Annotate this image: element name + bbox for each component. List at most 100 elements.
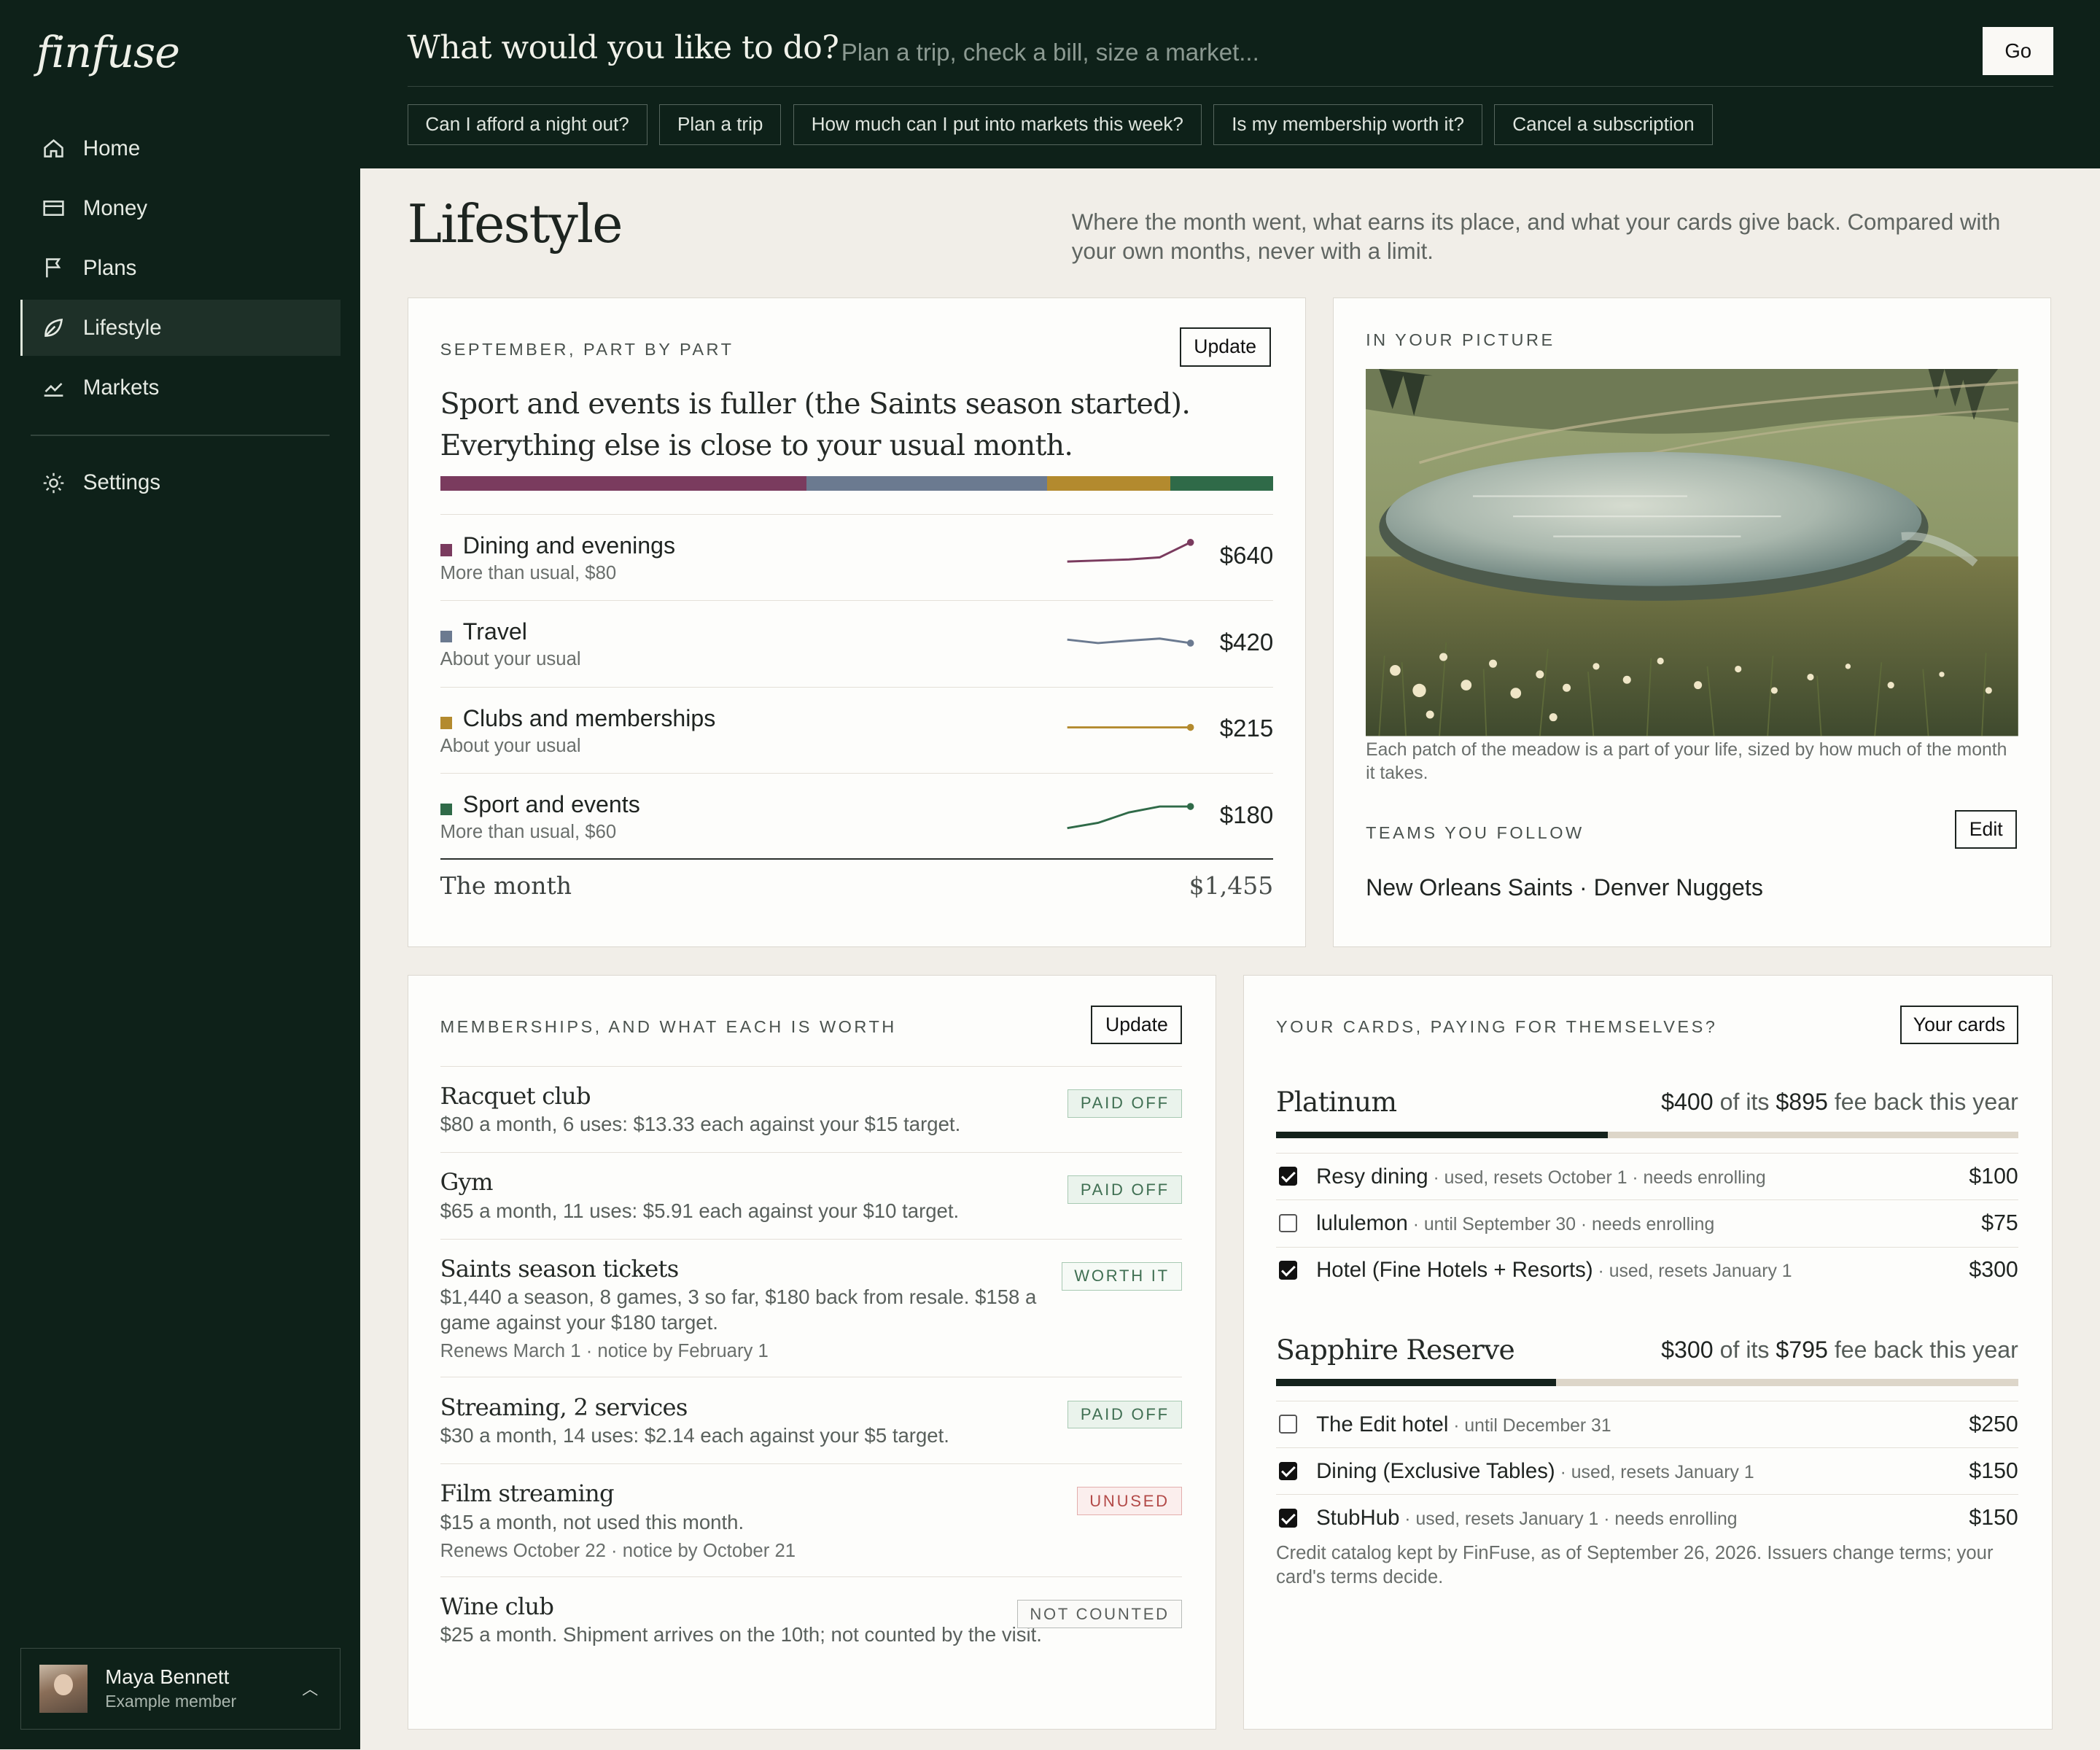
category-sparkline: [1067, 637, 1194, 647]
update-memberships-button[interactable]: Update: [1091, 1005, 1183, 1045]
membership-renewal-note: Renews October 22 · notice by October 21: [440, 1540, 796, 1561]
sidebar-item-money[interactable]: Money: [20, 180, 341, 236]
category-note: More than usual, $60: [440, 822, 617, 843]
membership-row[interactable]: Gym $65 a month, 11 uses: $5.91 each agai…: [440, 1152, 1183, 1239]
sparkline-end-dot: [1186, 724, 1194, 731]
card-back-text: of its: [1713, 1088, 1776, 1115]
card-benefit-row[interactable]: lululemon · until September 30 · needs e…: [1275, 1199, 2018, 1247]
sidebar: finfuse Home Money Plans Lifestyle Marke…: [0, 0, 361, 1750]
sparkline-path: [1067, 541, 1191, 563]
ask-bar: What would you like to do? Go Can I affo…: [360, 0, 2100, 169]
sidebar-item-label: Plans: [82, 255, 137, 280]
stacked-bar-segment: [440, 476, 807, 491]
benefit-meta: · used, resets January 1: [1592, 1261, 1792, 1282]
page-subtitle: Where the month went, what earns its pla…: [1071, 209, 2001, 265]
user-name: Maya Bennett: [105, 1665, 230, 1689]
membership-row[interactable]: Streaming, 2 services $30 a month, 14 use…: [440, 1377, 1183, 1463]
sparkline-end-dot: [1186, 639, 1194, 647]
membership-row[interactable]: Racquet club $80 a month, 6 uses: $13.33 …: [440, 1065, 1183, 1153]
go-button[interactable]: Go: [1983, 26, 2054, 75]
benefit-checkbox[interactable]: [1278, 1415, 1298, 1434]
ask-divider: [407, 85, 2054, 88]
benefit-checkbox[interactable]: [1278, 1213, 1298, 1233]
benefit-meta: · until September 30 · needs enrolling: [1407, 1214, 1715, 1234]
benefit-label: Resy dining · used, resets October 1 · n…: [1316, 1164, 1766, 1189]
edit-teams-button[interactable]: Edit: [1955, 809, 2017, 849]
update-spending-button[interactable]: Update: [1179, 327, 1271, 367]
benefit-amount: $250: [1969, 1412, 2018, 1436]
sidebar-item-label: Settings: [82, 470, 161, 495]
category-name: Travel: [462, 618, 527, 645]
benefit-checkbox[interactable]: [1278, 1508, 1298, 1528]
benefit-checkbox[interactable]: [1278, 1167, 1298, 1186]
card-benefit-row[interactable]: Resy dining · used, resets October 1 · n…: [1275, 1152, 2018, 1200]
card-benefit-row[interactable]: StubHub · used, resets January 1 · needs…: [1275, 1494, 2018, 1541]
sidebar-item-plans[interactable]: Plans: [20, 240, 341, 296]
sidebar-item-label: Home: [82, 136, 141, 160]
card-value-progress-fill: [1275, 1131, 1608, 1138]
spending-category-row[interactable]: Clubs and memberships About your usual $21…: [440, 686, 1274, 774]
sidebar-item-home[interactable]: Home: [20, 120, 341, 176]
user-subtitle: Example member: [105, 1692, 237, 1711]
app-logo[interactable]: finfuse: [36, 27, 180, 77]
card-back-amount: $300: [1661, 1336, 1714, 1363]
benefit-name: The Edit hotel: [1316, 1412, 1449, 1436]
spending-rows: Dining and evenings More than usual, $80 $…: [440, 513, 1274, 860]
user-menu[interactable]: Maya Bennett Example member ︿: [20, 1647, 341, 1730]
memberships-list: Racquet club $80 a month, 6 uses: $13.33 …: [440, 1065, 1183, 1663]
category-sparkline: [1067, 539, 1194, 563]
sidebar-item-settings[interactable]: Settings: [20, 454, 341, 510]
benefit-checkbox[interactable]: [1278, 1260, 1298, 1280]
suggestion-chip[interactable]: Can I afford a night out?: [407, 104, 648, 145]
benefit-label: Hotel (Fine Hotels + Resorts) · used, re…: [1316, 1258, 1792, 1283]
category-amount: $420: [1219, 629, 1274, 656]
benefit-label: lululemon · until September 30 · needs e…: [1316, 1211, 1714, 1236]
status-badge: NOT COUNTED: [1016, 1600, 1183, 1628]
benefit-amount: $150: [1969, 1458, 2018, 1483]
membership-detail: $1,440 a season, 8 games, 3 so far, $180…: [440, 1286, 1037, 1334]
suggestion-chip[interactable]: Plan a trip: [659, 104, 782, 145]
card-back-text: fee back this year: [1827, 1336, 2018, 1363]
benefit-checkbox[interactable]: [1278, 1461, 1298, 1481]
sidebar-item-markets[interactable]: Markets: [20, 359, 341, 416]
wallet-icon: [42, 196, 66, 220]
membership-renewal-note: Renews March 1 · notice by February 1: [440, 1341, 769, 1362]
picture-caption: Each patch of the meadow is a part of yo…: [1366, 740, 2007, 783]
membership-detail: $30 a month, 14 uses: $2.14 each against…: [440, 1423, 949, 1447]
spending-headline: Sport and events is fuller (the Saints s…: [440, 387, 1191, 463]
ask-input[interactable]: [839, 32, 1942, 75]
card-fee-amount: $895: [1776, 1088, 1828, 1115]
credit-cards-card: YOUR CARDS, PAYING FOR THEMSELVES? Your …: [1242, 975, 2053, 1730]
main-content: What would you like to do? Go Can I affo…: [360, 0, 2100, 1749]
picture-card: IN YOUR PICTURE Each patch of the meadow…: [1333, 297, 2051, 948]
card-benefit-row[interactable]: Dining (Exclusive Tables) · used, resets…: [1275, 1447, 2018, 1495]
benefit-meta: · used, resets January 1 · needs enrolli…: [1399, 1509, 1738, 1530]
memberships-label: MEMBERSHIPS, AND WHAT EACH IS WORTH: [440, 1017, 897, 1037]
membership-row[interactable]: Wine club $25 a month. Shipment arrives o…: [440, 1576, 1183, 1663]
membership-row[interactable]: Film streaming $15 a month, not used this…: [440, 1463, 1183, 1576]
spending-category-row[interactable]: Sport and events More than usual, $60 $180: [440, 773, 1274, 860]
suggestion-chips: Can I afford a night out? Plan a trip Ho…: [407, 104, 1713, 145]
card-back-text: fee back this year: [1827, 1088, 2018, 1115]
spending-category-row[interactable]: Travel About your usual $420: [440, 600, 1274, 687]
status-badge: PAID OFF: [1068, 1400, 1183, 1429]
spending-category-row[interactable]: Dining and evenings More than usual, $80 $…: [440, 513, 1274, 601]
stacked-bar-segment: [1047, 476, 1170, 491]
category-swatch: [440, 717, 453, 729]
suggestion-chip[interactable]: Is my membership worth it?: [1213, 104, 1482, 145]
category-swatch: [440, 544, 453, 556]
suggestion-chip[interactable]: Cancel a subscription: [1494, 104, 1713, 145]
category-amount: $640: [1219, 542, 1274, 570]
membership-row[interactable]: Saints season tickets $1,440 a season, 8 …: [440, 1238, 1183, 1377]
category-sparkline: [1067, 803, 1194, 830]
status-badge: WORTH IT: [1061, 1261, 1183, 1291]
spending-label: SEPTEMBER, PART BY PART: [440, 339, 734, 359]
sidebar-divider: [31, 434, 330, 436]
month-total-label: The month: [440, 871, 572, 901]
your-cards-button[interactable]: Your cards: [1900, 1005, 2018, 1045]
benefit-name: StubHub: [1316, 1506, 1400, 1531]
card-benefit-row[interactable]: The Edit hotel · until December 31 $250: [1275, 1400, 2018, 1448]
sidebar-item-lifestyle[interactable]: Lifestyle: [20, 300, 341, 357]
suggestion-chip[interactable]: How much can I put into markets this wee…: [793, 104, 1202, 145]
card-benefit-row[interactable]: Hotel (Fine Hotels + Resorts) · used, re…: [1275, 1246, 2018, 1294]
